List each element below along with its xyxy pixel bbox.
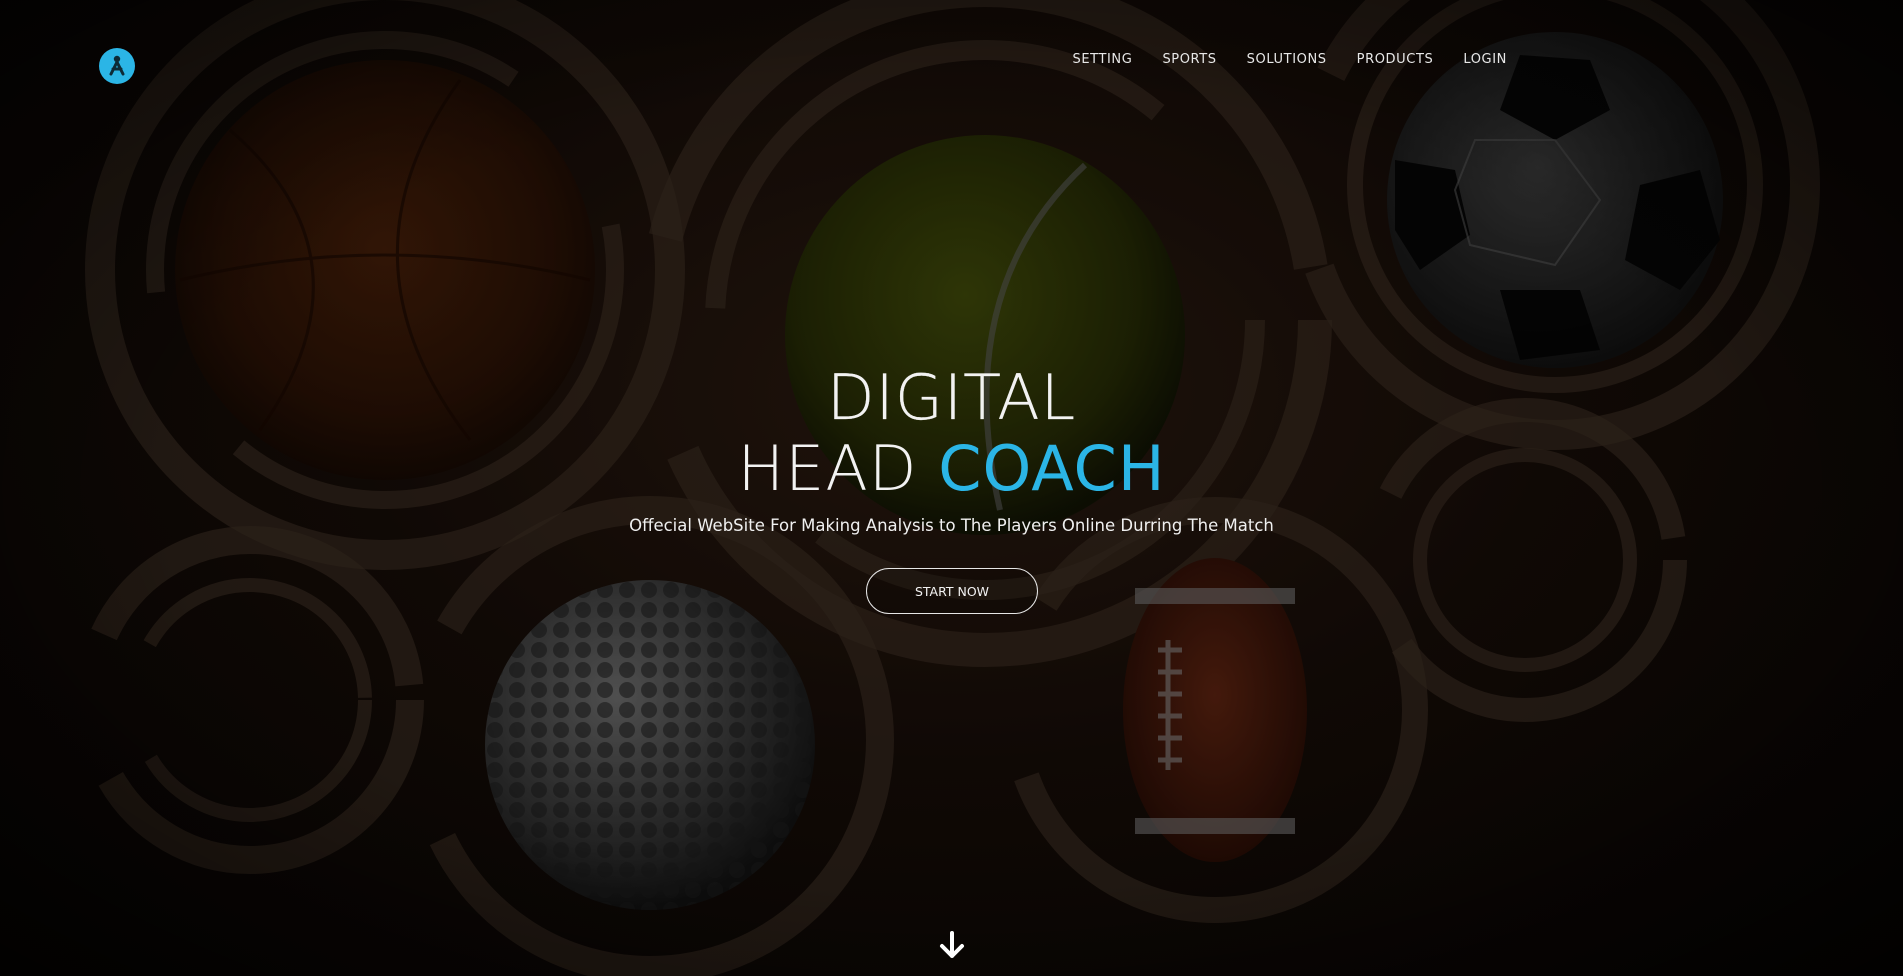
hero-title-head: HEAD xyxy=(737,432,918,505)
hero-title-coach: COACH xyxy=(938,432,1166,505)
logo-mark-icon xyxy=(109,55,125,76)
main-nav: SETTING SPORTS SOLUTIONS PRODUCTS LOGIN xyxy=(1072,52,1507,67)
start-now-button[interactable]: START NOW xyxy=(866,568,1038,614)
hero-title-line2: HEAD COACH xyxy=(0,433,1903,505)
hero-subtitle: Offecial WebSite For Making Analysis to … xyxy=(629,516,1274,535)
nav-item-login[interactable]: LOGIN xyxy=(1463,52,1507,67)
logo-icon[interactable] xyxy=(99,48,135,84)
hero-section: SETTING SPORTS SOLUTIONS PRODUCTS LOGIN … xyxy=(0,0,1903,976)
nav-item-setting[interactable]: SETTING xyxy=(1072,52,1132,67)
nav-item-solutions[interactable]: SOLUTIONS xyxy=(1247,52,1327,67)
nav-item-products[interactable]: PRODUCTS xyxy=(1357,52,1434,67)
hero-title-line1: DIGITAL xyxy=(826,361,1077,434)
hero-title: DIGITAL HEAD COACH xyxy=(0,361,1903,505)
nav-item-sports[interactable]: SPORTS xyxy=(1162,52,1216,67)
arrow-down-icon[interactable] xyxy=(937,930,967,962)
